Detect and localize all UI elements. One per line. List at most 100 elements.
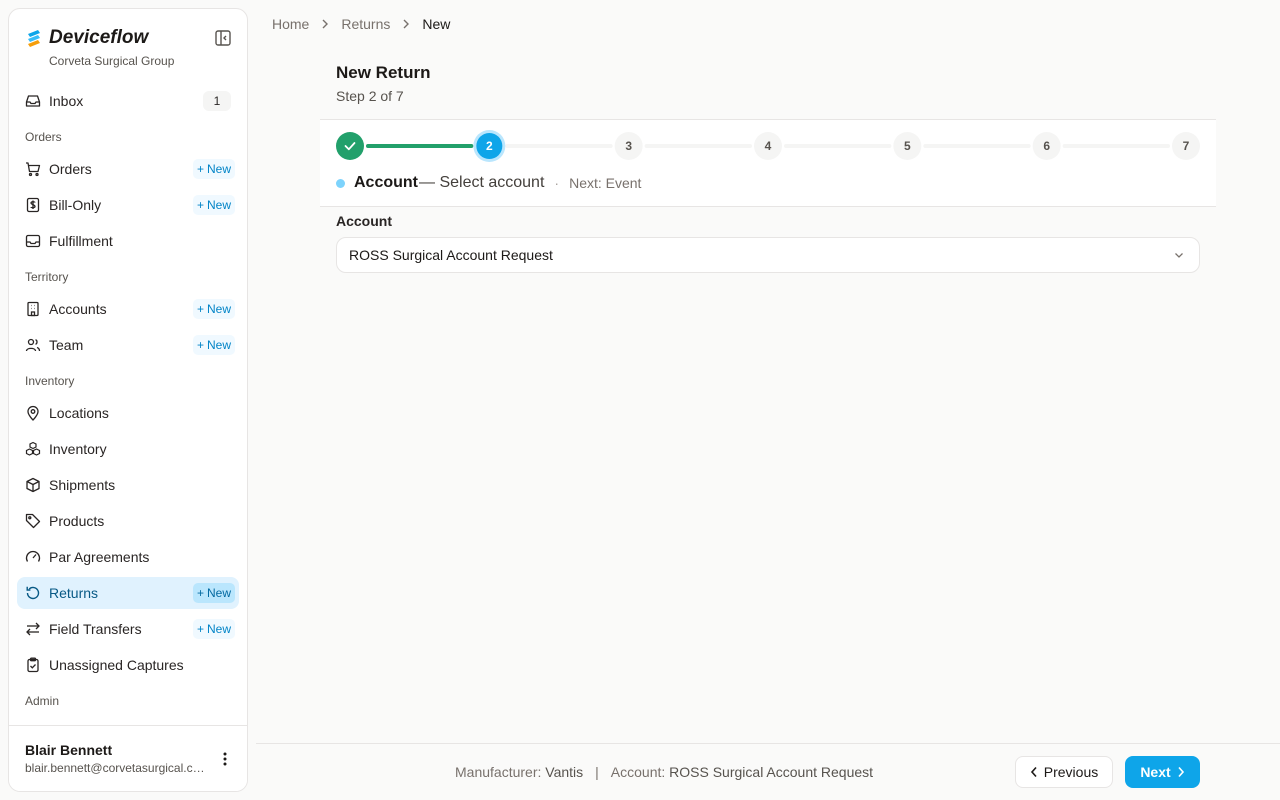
returns-new-button[interactable]: + New xyxy=(192,583,235,603)
chevron-right-icon xyxy=(321,19,329,29)
sidebar-item-unassigned-captures[interactable]: Unassigned Captures xyxy=(17,649,239,681)
stepper-step-7[interactable]: 7 xyxy=(1172,132,1200,160)
step-number: 7 xyxy=(1183,139,1190,153)
section-heading-orders: Orders xyxy=(25,130,62,144)
sidebar-item-label: Inbox xyxy=(49,93,84,109)
chevron-right-icon xyxy=(1178,766,1184,778)
sidebar-item-bill-only[interactable]: Bill-Only + New xyxy=(17,189,239,221)
panel-left-icon xyxy=(215,30,231,46)
next-step-hint: Next: Event xyxy=(569,175,642,191)
inbox-icon xyxy=(25,93,41,109)
previous-button[interactable]: Previous xyxy=(1015,756,1113,788)
current-step-caption: Account — Select account · Next: Event xyxy=(336,172,641,194)
breadcrumb-home[interactable]: Home xyxy=(272,16,309,32)
stepper-track: 2 3 4 5 6 7 xyxy=(336,130,1200,162)
page-title: New Return xyxy=(336,63,431,82)
step-number: 4 xyxy=(765,139,772,153)
sidebar-item-products[interactable]: Products xyxy=(17,505,239,537)
account-select[interactable]: ROSS Surgical Account Request xyxy=(336,237,1200,273)
chevron-left-icon xyxy=(1030,766,1037,778)
stepper-step-2[interactable]: 2 xyxy=(473,130,506,162)
new-button-label: New xyxy=(206,302,231,316)
manufacturer-label: Manufacturer: xyxy=(455,764,542,780)
sidebar-item-label: Accounts xyxy=(49,301,107,317)
sidebar-item-label: Locations xyxy=(49,405,109,421)
more-vertical-icon xyxy=(223,752,227,766)
plus-icon: + xyxy=(196,198,204,212)
sidebar-item-accounts[interactable]: Accounts + New xyxy=(17,293,239,325)
breadcrumb-current: New xyxy=(422,16,451,32)
sidebar-item-label: Team xyxy=(49,337,84,353)
user-email: blair.bennett@corvetasurgical.com xyxy=(25,761,209,775)
sidebar-item-label: Orders xyxy=(49,161,92,177)
previous-button-label: Previous xyxy=(1043,764,1099,780)
sidebar-item-locations[interactable]: Locations xyxy=(17,397,239,429)
sidebar-item-shipments[interactable]: Shipments xyxy=(17,469,239,501)
field-transfers-new-button[interactable]: + New xyxy=(192,619,235,639)
deviceflow-logo-icon xyxy=(28,30,40,47)
step-number: 5 xyxy=(904,139,911,153)
cart-icon xyxy=(25,161,41,177)
summary-account-label: Account: xyxy=(610,764,666,780)
sidebar-item-field-transfers[interactable]: Field Transfers + New xyxy=(17,613,239,645)
stepper-step-1[interactable] xyxy=(336,132,364,160)
stepper-step-4[interactable]: 4 xyxy=(754,132,782,160)
sidebar-item-label: Shipments xyxy=(49,477,116,493)
plus-icon: + xyxy=(196,162,204,176)
current-step-description: — Select account xyxy=(419,174,545,191)
sidebar-collapse-button[interactable] xyxy=(211,27,235,49)
gauge-icon xyxy=(25,549,41,565)
orders-new-button[interactable]: + New xyxy=(192,159,235,179)
current-step-dot xyxy=(336,178,345,188)
stepper-step-3[interactable]: 3 xyxy=(614,132,643,160)
tag-icon xyxy=(25,513,41,529)
sidebar-item-fulfillment[interactable]: Fulfillment xyxy=(17,225,239,257)
page-step-indicator: Step 2 of 7 xyxy=(336,88,404,104)
user-menu-button[interactable] xyxy=(215,748,235,770)
chevron-right-icon xyxy=(402,19,410,29)
sidebar-item-label: Bill-Only xyxy=(49,197,102,213)
sidebar-item-returns[interactable]: Returns + New xyxy=(17,577,239,609)
next-button[interactable]: Next xyxy=(1125,756,1200,788)
sidebar-nav: Inbox 1 Orders Orders + New Bill-Only + Ne… xyxy=(17,85,239,725)
step-number: 6 xyxy=(1043,139,1050,153)
bill-only-new-button[interactable]: + New xyxy=(192,195,235,215)
account-select-value: ROSS Surgical Account Request xyxy=(349,247,553,263)
bottom-action-bar: Manufacturer: Vantis | Account: ROSS Sur… xyxy=(256,743,1280,800)
sidebar-item-inbox[interactable]: Inbox 1 xyxy=(17,85,239,117)
stepper-step-6[interactable]: 6 xyxy=(1032,132,1061,160)
chevron-down-icon xyxy=(1175,253,1183,258)
plus-icon: + xyxy=(196,622,204,636)
sidebar-item-team[interactable]: Team + New xyxy=(17,329,239,361)
new-button-label: New xyxy=(206,586,231,600)
sidebar-item-label: Fulfillment xyxy=(49,233,113,249)
breadcrumb: Home Returns New xyxy=(272,14,450,34)
step-number: 2 xyxy=(486,139,493,153)
boxes-icon xyxy=(25,441,41,457)
sidebar-item-inventory[interactable]: Inventory xyxy=(17,433,239,465)
breadcrumb-returns[interactable]: Returns xyxy=(341,16,390,32)
sidebar-item-label: Products xyxy=(49,513,105,529)
accounts-new-button[interactable]: + New xyxy=(192,299,235,319)
brand: Deviceflow Corveta Surgical Group xyxy=(25,27,235,75)
new-button-label: New xyxy=(206,622,231,636)
brand-name: Deviceflow xyxy=(49,27,149,48)
summary-account-value: ROSS Surgical Account Request xyxy=(669,764,874,780)
sidebar-item-orders[interactable]: Orders + New xyxy=(17,153,239,185)
plus-icon: + xyxy=(196,586,204,600)
selection-summary: Manufacturer: Vantis | Account: ROSS Sur… xyxy=(455,764,873,780)
sidebar-item-label: Inventory xyxy=(49,441,107,457)
stepper-step-5[interactable]: 5 xyxy=(893,132,922,160)
section-heading-admin: Admin xyxy=(25,694,60,708)
sidebar-item-par-agreements[interactable]: Par Agreements xyxy=(17,541,239,573)
step-number: 3 xyxy=(625,139,632,153)
user-name: Blair Bennett xyxy=(25,742,113,758)
inbox-count-badge: 1 xyxy=(203,91,231,111)
package-icon xyxy=(25,477,41,493)
sidebar-item-label: Returns xyxy=(49,585,99,601)
team-new-button[interactable]: + New xyxy=(192,335,235,355)
sidebar-item-label: Field Transfers xyxy=(49,621,142,637)
sidebar-item-label: Par Agreements xyxy=(49,549,150,565)
receipt-dollar-icon xyxy=(25,197,41,213)
summary-divider: | xyxy=(595,764,599,780)
